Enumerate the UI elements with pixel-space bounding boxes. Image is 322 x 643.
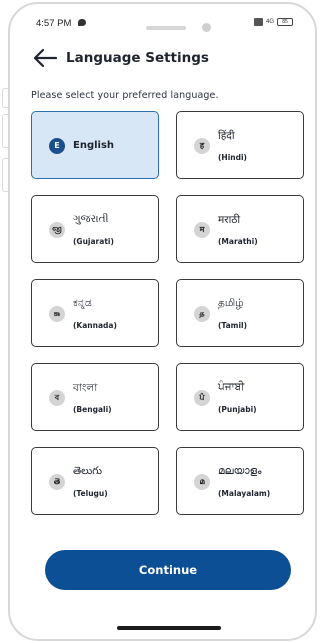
back-arrow-icon: [33, 48, 58, 68]
language-card-gujarati[interactable]: જી ગુજરાતી (Gujarati): [31, 195, 159, 263]
language-native-name: தமிழ்: [218, 297, 244, 309]
language-native-name: മലയാളം: [218, 465, 262, 477]
language-card-punjabi[interactable]: ਪੰ ਪੰਜਾਬੀ (Punjabi): [176, 363, 304, 431]
language-card-malayalam[interactable]: മ മലയാളം (Malayalam): [176, 447, 304, 515]
language-native-name: हिंदी: [218, 130, 235, 142]
language-native-name: ಕನ್ನಡ: [73, 297, 92, 309]
system-icons: 4G 85: [253, 18, 293, 26]
language-english-name: (Punjabi): [218, 405, 257, 414]
language-native-name: తెలుగు: [73, 465, 103, 477]
language-native-name: বাংলা: [73, 382, 98, 394]
language-card-telugu[interactable]: తె తెలుగు (Telugu): [31, 447, 159, 515]
language-badge: த: [194, 306, 210, 322]
phone-frame: 4:57 PM 4G 85 Language Settings Please s…: [8, 2, 317, 641]
language-english-name: (Malayalam): [218, 489, 271, 498]
language-card-tamil[interactable]: த தமிழ் (Tamil): [176, 279, 304, 347]
battery-icon: 85: [277, 18, 293, 26]
language-card-marathi[interactable]: म मराठी (Marathi): [176, 195, 304, 263]
language-english-name: (Telugu): [73, 489, 108, 498]
language-badge: తె: [49, 474, 65, 490]
sim-icon: [253, 18, 263, 26]
language-card-hindi[interactable]: ह हिंदी (Hindi): [176, 111, 304, 179]
language-native-name: ਪੰਜਾਬੀ: [218, 381, 245, 393]
language-badge: മ: [194, 474, 210, 490]
language-native-name: ગુજરાતી: [73, 213, 109, 225]
home-indicator: [117, 626, 221, 630]
status-bar: 4:57 PM 4G 85: [10, 4, 315, 40]
language-badge: જી: [49, 222, 65, 238]
speaker-notch: [146, 26, 186, 30]
network-label: 4G: [265, 19, 274, 25]
language-badge: ह: [194, 138, 210, 154]
instruction-text: Please select your preferred language.: [31, 90, 219, 101]
language-english-name: (Bengali): [73, 405, 112, 414]
language-card-kannada[interactable]: ಕಾ ಕನ್ನಡ (Kannada): [31, 279, 159, 347]
language-native-name: मराठी: [218, 214, 241, 226]
language-card-bengali[interactable]: ব বাংলা (Bengali): [31, 363, 159, 431]
language-card-english[interactable]: E English: [31, 111, 159, 179]
message-icon: [78, 19, 86, 26]
camera-icon: [202, 23, 211, 32]
language-english-name: (Gujarati): [73, 237, 114, 246]
language-badge: E: [49, 138, 65, 154]
app-header: Language Settings: [32, 44, 209, 72]
language-native-name: English: [73, 140, 115, 151]
page-title: Language Settings: [66, 50, 209, 66]
status-time: 4:57 PM: [36, 18, 72, 29]
language-badge: ব: [49, 390, 65, 406]
continue-button[interactable]: Continue: [45, 550, 291, 590]
language-english-name: (Marathi): [218, 237, 258, 246]
language-badge: म: [194, 222, 210, 238]
language-english-name: (Kannada): [73, 321, 117, 330]
language-badge: ਪੰ: [194, 390, 210, 406]
back-button[interactable]: [32, 45, 60, 71]
language-english-name: (Hindi): [218, 153, 247, 162]
language-badge: ಕಾ: [49, 306, 65, 322]
language-english-name: (Tamil): [218, 321, 248, 330]
